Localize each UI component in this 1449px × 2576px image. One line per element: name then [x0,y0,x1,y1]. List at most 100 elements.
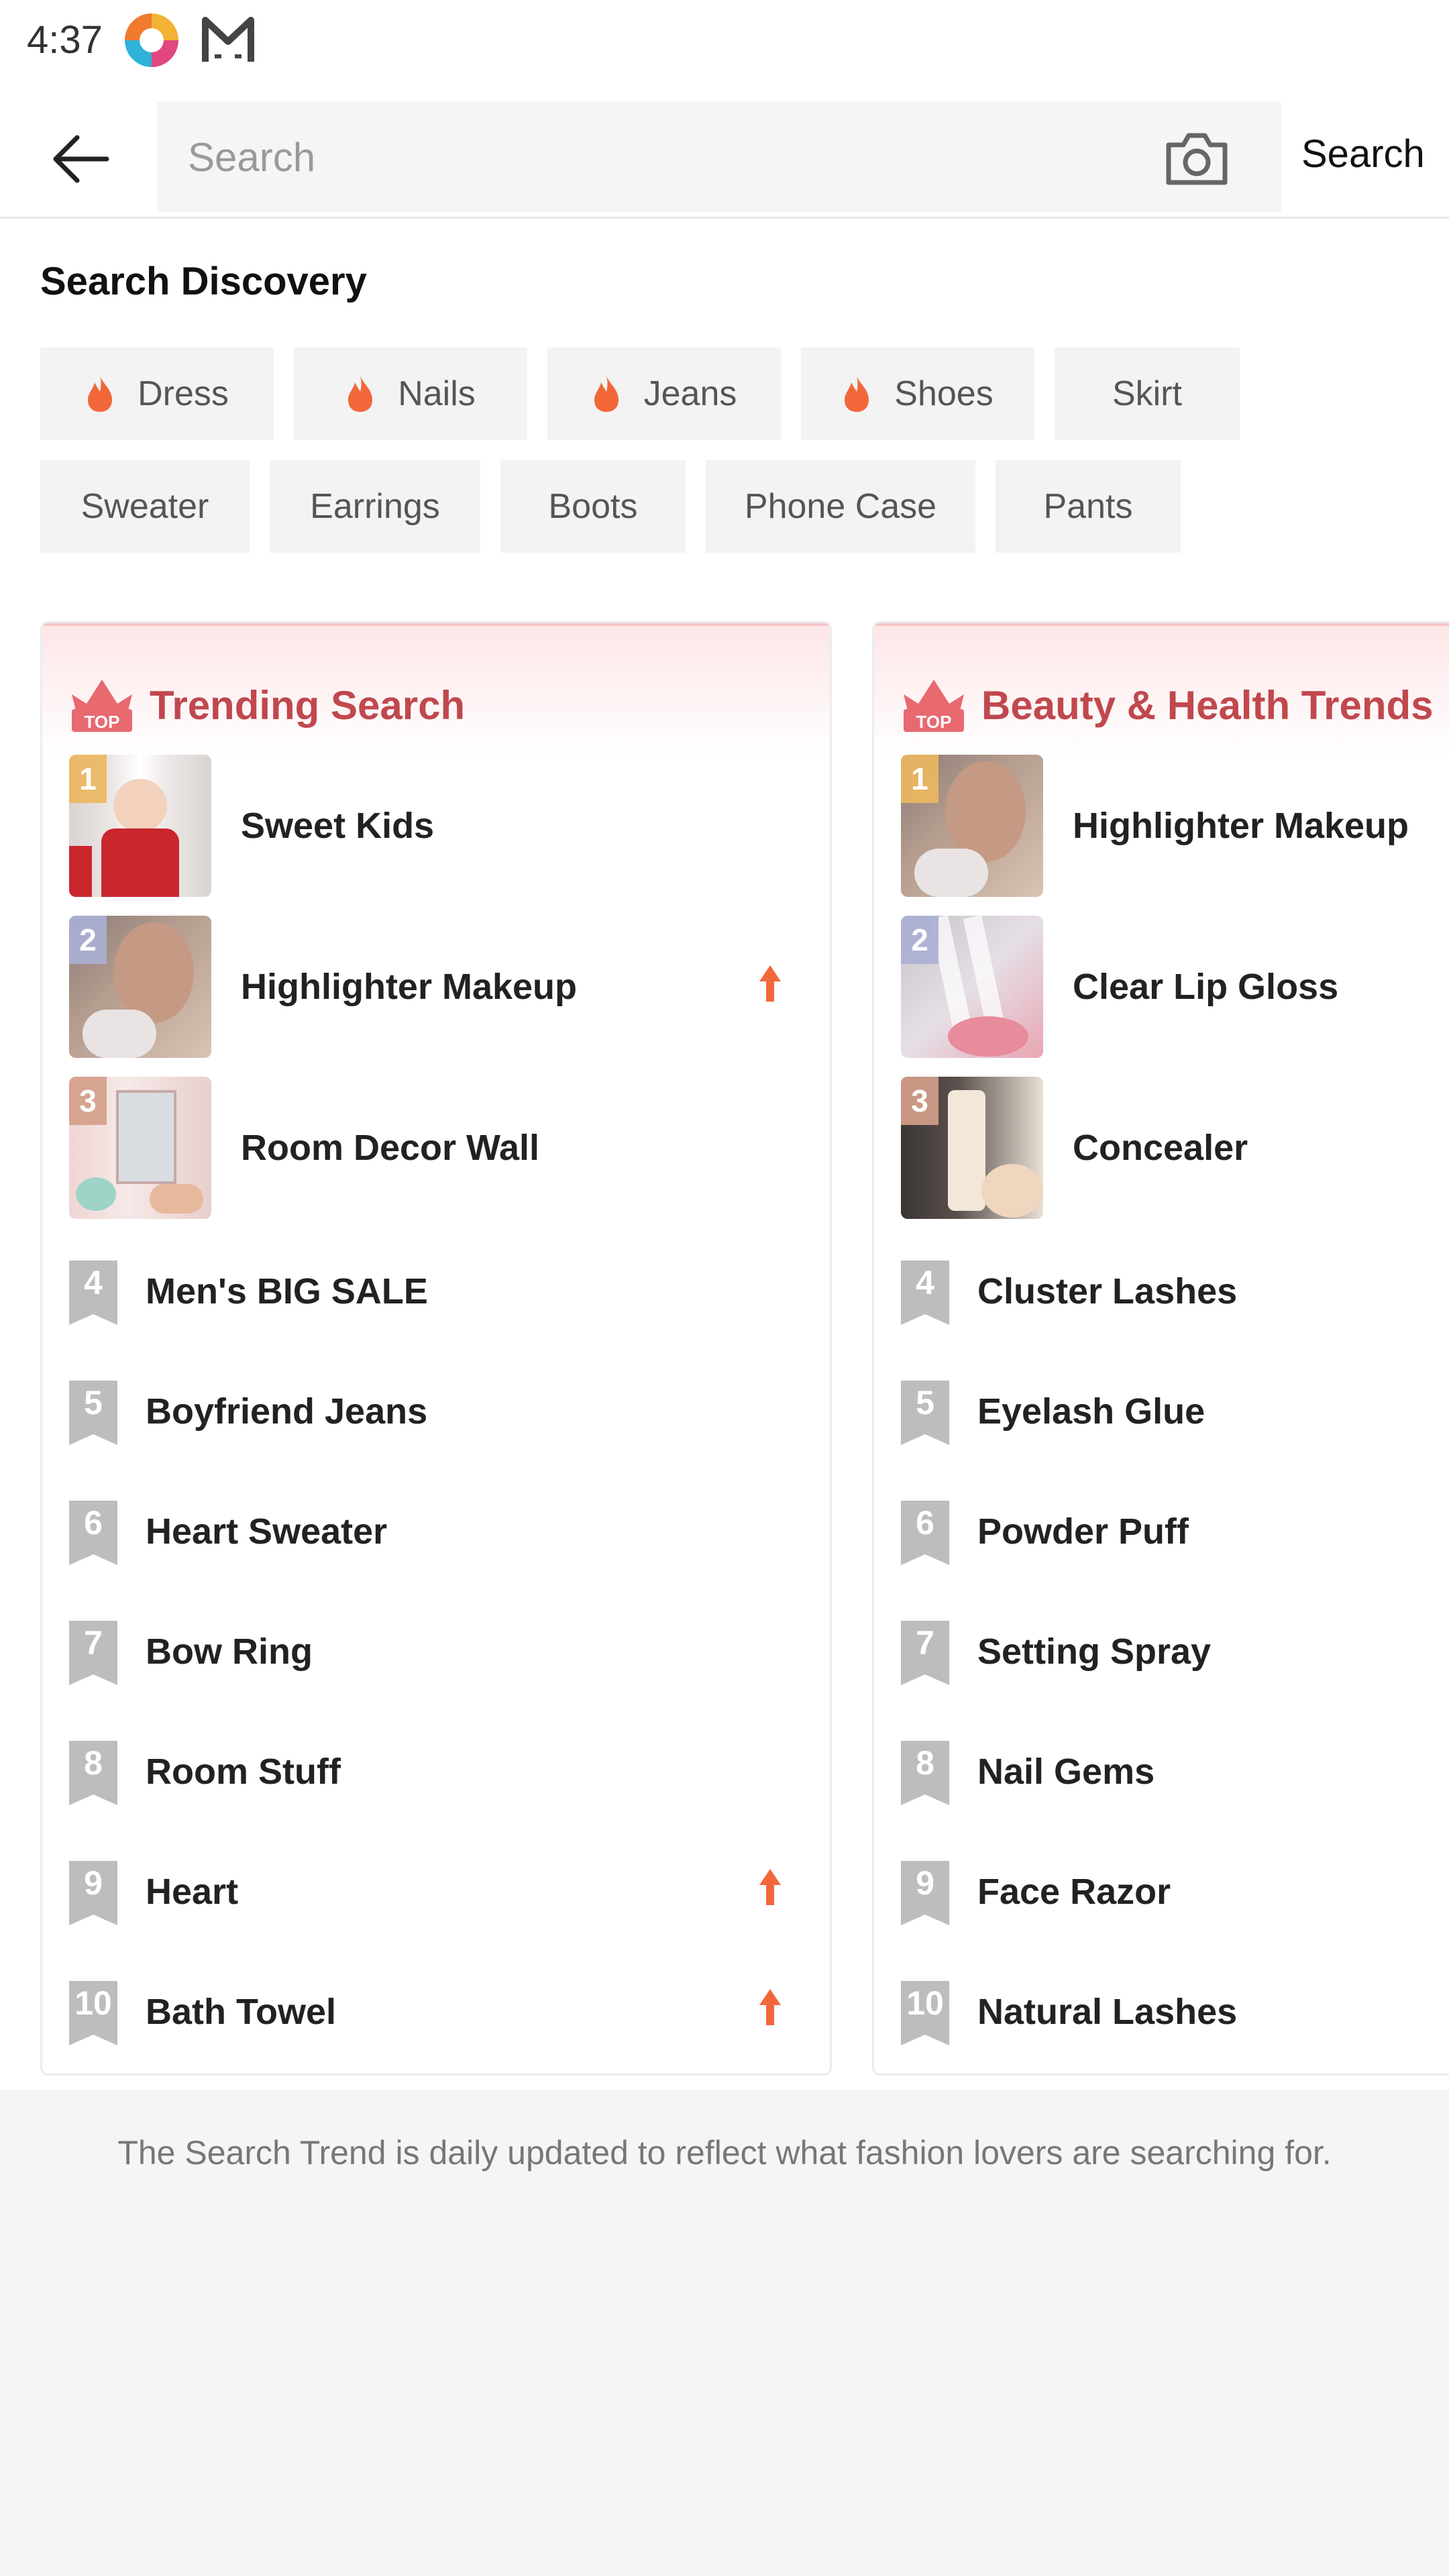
rank-number: 9 [916,1864,934,1902]
trending-item-2[interactable]: 2 Highlighter Makeup [69,916,830,1061]
trending-item-6[interactable]: 6 Heart Sweater [69,1491,830,1572]
app-notification-icon [125,13,178,67]
flame-icon [348,376,373,412]
item-label: Heart Sweater [146,1511,388,1552]
item-label: Room Decor Wall [241,1128,540,1168]
chip-label: Phone Case [744,487,937,526]
beauty-item-9[interactable]: 9 Face Razor [901,1851,1449,1932]
item-label: Concealer [1073,1128,1248,1168]
flame-icon [88,376,113,412]
item-label: Bow Ring [146,1631,313,1672]
rank-badge: 2 [69,916,107,964]
beauty-item-1[interactable]: 1 Highlighter Makeup [901,755,1449,900]
status-bar: 4:37 [0,0,1449,80]
chip-label: Dress [138,374,229,413]
chip-skirt[interactable]: Skirt [1055,347,1240,440]
trending-search-card: TOP Trending Search 1 Sweet Kids 2 Highl… [40,621,832,2076]
item-label: Highlighter Makeup [241,967,578,1007]
chip-jeans[interactable]: Jeans [547,347,781,440]
search-input[interactable] [188,102,1127,212]
beauty-health-trends-card: TOP Beauty & Health Trends 1 Highlighter… [872,621,1449,2076]
concealer-thumbnail: 3 [901,1077,1043,1219]
item-label: Heart [146,1872,239,1912]
top-crown-icon: TOP [72,680,132,732]
trending-item-7[interactable]: 7 Bow Ring [69,1611,830,1692]
trending-item-1[interactable]: 1 Sweet Kids [69,755,830,900]
item-label: Nail Gems [977,1752,1155,1792]
chip-label: Pants [1043,487,1133,526]
card-header: TOP Beauty & Health Trends [874,623,1449,757]
chip-sweater[interactable]: Sweater [40,460,250,553]
rank-number: 5 [84,1384,103,1421]
rank-number: 10 [74,1984,112,2022]
beauty-item-8[interactable]: 8 Nail Gems [901,1731,1449,1812]
chip-earrings[interactable]: Earrings [270,460,480,553]
rank-number: 4 [916,1264,934,1301]
trending-item-10[interactable]: 10 Bath Towel [69,1972,830,2052]
rank-number: 10 [906,1984,944,2022]
chip-nails[interactable]: Nails [294,347,527,440]
item-label: Face Razor [977,1872,1171,1912]
item-label: Men's BIG SALE [146,1271,428,1311]
search-trend-footnote: The Search Trend is daily updated to ref… [117,2134,1332,2171]
chip-label: Skirt [1112,374,1182,413]
chip-label: Boots [548,487,638,526]
chip-label: Sweater [80,487,209,526]
search-discovery-title: Search Discovery [40,260,367,303]
trending-search-title: Trending Search [150,683,466,728]
rank-number: 5 [916,1384,934,1421]
highlighter-makeup-thumbnail: 1 [901,755,1043,897]
rank-number: 9 [84,1864,103,1902]
rising-arrow-icon [759,1869,781,1905]
item-label: Room Stuff [146,1752,341,1792]
crown-badge-text: TOP [85,712,120,732]
rank-number: 8 [916,1744,934,1782]
top-crown-icon: TOP [904,680,964,732]
item-label: Bath Towel [146,1992,337,2032]
chip-boots[interactable]: Boots [500,460,686,553]
item-label: Eyelash Glue [977,1391,1205,1432]
beauty-item-4[interactable]: 4 Cluster Lashes [901,1251,1449,1332]
rank-badge: 2 [901,916,938,964]
search-header: Search [0,94,1449,219]
chip-label: Shoes [894,374,994,413]
item-label: Setting Spray [977,1631,1212,1672]
chip-dress[interactable]: Dress [40,347,274,440]
chip-pants[interactable]: Pants [996,460,1181,553]
item-label: Boyfriend Jeans [146,1391,428,1432]
sweet-kids-thumbnail: 1 [69,755,211,897]
card-header: TOP Trending Search [42,623,830,757]
item-label: Highlighter Makeup [1073,806,1409,846]
trending-item-4[interactable]: 4 Men's BIG SALE [69,1251,830,1332]
search-button[interactable]: Search [1301,131,1425,176]
item-label: Sweet Kids [241,806,435,846]
chip-label: Jeans [643,374,737,413]
trending-item-9[interactable]: 9 Heart [69,1851,830,1932]
rank-number: 7 [84,1624,103,1662]
trending-item-8[interactable]: 8 Room Stuff [69,1731,830,1812]
highlighter-makeup-thumbnail: 2 [69,916,211,1058]
beauty-item-2[interactable]: 2 Clear Lip Gloss [901,916,1449,1061]
camera-icon[interactable] [1163,130,1230,186]
flame-icon [594,376,619,412]
chip-shoes[interactable]: Shoes [801,347,1034,440]
rank-badge: 3 [901,1077,938,1125]
crown-badge-text: TOP [916,712,952,732]
trending-item-5[interactable]: 5 Boyfriend Jeans [69,1371,830,1452]
room-decor-wall-thumbnail: 3 [69,1077,211,1219]
rank-number: 6 [84,1504,103,1542]
beauty-item-5[interactable]: 5 Eyelash Glue [901,1371,1449,1452]
beauty-item-3[interactable]: 3 Concealer [901,1077,1449,1222]
chip-label: Nails [398,374,476,413]
clear-lip-gloss-thumbnail: 2 [901,916,1043,1058]
rank-badge: 1 [69,755,107,803]
chip-label: Earrings [310,487,440,526]
trending-item-3[interactable]: 3 Room Decor Wall [69,1077,830,1222]
chip-phone-case[interactable]: Phone Case [706,460,975,553]
beauty-item-10[interactable]: 10 Natural Lashes [901,1972,1449,2052]
rank-number: 7 [916,1624,934,1662]
beauty-item-7[interactable]: 7 Setting Spray [901,1611,1449,1692]
search-box [157,102,1281,212]
back-button[interactable] [40,122,121,196]
beauty-item-6[interactable]: 6 Powder Puff [901,1491,1449,1572]
